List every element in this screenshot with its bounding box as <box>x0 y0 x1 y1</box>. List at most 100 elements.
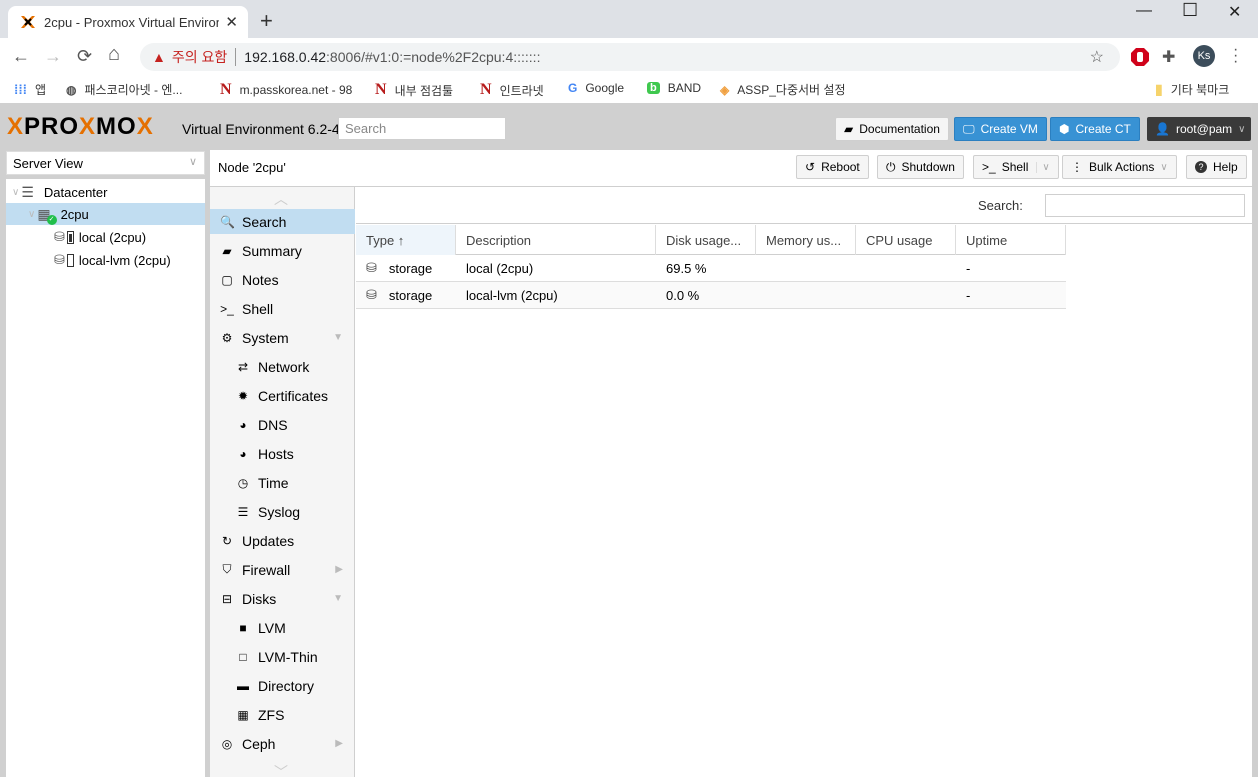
profile-avatar[interactable]: Ks <box>1193 45 1215 67</box>
reboot-button[interactable]: ↺ Reboot <box>796 155 869 179</box>
nav-item-label: LVM <box>258 619 286 636</box>
column-header-memory-usage[interactable]: Memory us... <box>756 225 856 255</box>
cell-cpu-usage <box>856 255 956 281</box>
expand-arrow-icon[interactable]: ▶ <box>335 564 343 575</box>
bookmark-item[interactable]: N m.passkorea.net - 98 <box>220 81 352 99</box>
expand-toggle-icon[interactable]: ∨ <box>28 209 35 220</box>
bookmarks-bar: ⁞⁞⁞ 앱 ◍ 패스코리아넷 - 엔... N m.passkorea.net … <box>0 76 1258 102</box>
tree-item-node-2cpu[interactable]: ∨ ▦ ✓ 2cpu <box>6 203 205 225</box>
nav-item-dns[interactable]: ◕ DNS <box>210 412 355 437</box>
close-window-button[interactable]: ✕ <box>1228 2 1241 22</box>
bulk-actions-button[interactable]: ⋮ Bulk Actions ∨ <box>1062 155 1177 179</box>
column-header-uptime[interactable]: Uptime <box>956 225 1066 255</box>
page-scrollbar[interactable] <box>1252 103 1258 777</box>
user-menu-button[interactable]: 👤 root@pam ∨ <box>1147 117 1251 141</box>
create-vm-button[interactable]: 🖵 Create VM <box>954 117 1047 141</box>
nav-item-label: Certificates <box>258 387 329 404</box>
column-header-description[interactable]: Description <box>456 225 656 255</box>
table-row[interactable]: ⛁ storage local-lvm (2cpu) 0.0 % - <box>356 282 1066 309</box>
bookmark-item[interactable]: G Google <box>568 81 624 95</box>
cell-description: local (2cpu) <box>466 260 534 276</box>
documentation-label: Documentation <box>859 122 940 136</box>
minimize-button[interactable]: — <box>1136 2 1152 20</box>
nav-item-label: Summary <box>242 242 302 259</box>
nav-item-shell[interactable]: >_ Shell <box>210 296 355 321</box>
shell-button[interactable]: >_ Shell ∨ <box>973 155 1059 179</box>
nav-item-directory[interactable]: ▬ Directory <box>210 673 355 698</box>
forward-button[interactable]: → <box>44 46 62 67</box>
usage-indicator-icon <box>66 230 74 244</box>
nav-item-system[interactable]: ⚙ System ▼ <box>210 325 355 350</box>
address-bar[interactable]: ▲ 주의 요함 192.168.0.42:8006/#v1:0:=node%2F… <box>140 43 1120 71</box>
collapse-arrow-icon[interactable]: ▼ <box>333 593 343 604</box>
bookmark-item[interactable]: N 인트라넷 <box>480 81 544 99</box>
tree-item-datacenter[interactable]: ∨ ☰ Datacenter <box>6 181 205 203</box>
nav-item-firewall[interactable]: ⛉ Firewall ▶ <box>210 557 355 582</box>
nav-item-hosts[interactable]: ◕ Hosts <box>210 441 355 466</box>
create-ct-button[interactable]: ⬢ Create CT <box>1050 117 1140 141</box>
nav-network-icon: ⇄ <box>237 359 249 374</box>
help-button[interactable]: ? Help <box>1186 155 1247 179</box>
nav-item-updates[interactable]: ↻ Updates <box>210 528 355 553</box>
nav-item-summary[interactable]: ▰ Summary <box>210 238 355 263</box>
bookmark-item[interactable]: N 내부 점검툴 <box>375 81 453 99</box>
nav-item-disks[interactable]: ⊟ Disks ▼ <box>210 586 355 611</box>
back-button[interactable]: ← <box>12 46 30 67</box>
tree-label: local (2cpu) <box>78 229 147 245</box>
shutdown-button[interactable]: ⏻ Shutdown <box>877 155 964 179</box>
view-selector[interactable]: Server View ∨ <box>6 151 205 175</box>
bookmark-label: 패스코리아넷 - 엔... <box>84 83 183 97</box>
nav-item-search[interactable]: 🔍 Search <box>210 209 355 234</box>
n-logo-icon: N <box>480 81 492 98</box>
other-bookmarks[interactable]: ▮ 기타 북마크 <box>1155 81 1229 98</box>
scroll-up-icon[interactable]: ︿ <box>274 189 288 209</box>
bookmark-star-icon[interactable]: ☆ <box>1090 47 1104 67</box>
reload-button[interactable]: ⟳ <box>77 46 92 67</box>
proxmox-app: X PRO X MO X Virtual Environment 6.2-4 Searc… <box>0 103 1258 780</box>
grid-search-input[interactable] <box>1045 194 1245 217</box>
tree-item-storage-local-lvm[interactable]: ⛁ local-lvm (2cpu) <box>6 249 205 271</box>
home-button[interactable]: ⌂ <box>108 43 120 66</box>
nav-item-notes[interactable]: ▢ Notes <box>210 267 355 292</box>
nav-item-certificates[interactable]: ✹ Certificates <box>210 383 355 408</box>
nav-item-syslog[interactable]: ☰ Syslog <box>210 499 355 524</box>
new-tab-button[interactable]: + <box>260 8 273 34</box>
nav-item-label: ZFS <box>258 706 285 723</box>
maximize-button[interactable]: ☐ <box>1182 0 1198 21</box>
column-header-disk-usage[interactable]: Disk usage... <box>656 225 756 255</box>
browser-tab[interactable]: 2cpu - Proxmox Virtual Environment ✕ <box>8 6 248 38</box>
adblock-extension-icon[interactable] <box>1130 47 1150 67</box>
documentation-button[interactable]: ▰ Documentation <box>835 117 949 141</box>
tab-close-icon[interactable]: ✕ <box>225 13 238 31</box>
nav-item-lvm[interactable]: ■ LVM <box>210 615 355 640</box>
tab-title: 2cpu - Proxmox Virtual Environment <box>44 14 219 30</box>
tree-item-storage-local[interactable]: ⛁ local (2cpu) <box>6 226 205 248</box>
nav-item-zfs[interactable]: ▦ ZFS <box>210 702 355 727</box>
nav-item-network[interactable]: ⇄ Network <box>210 354 355 379</box>
bookmark-item[interactable]: ◍ 패스코리아넷 - 엔... <box>66 81 182 98</box>
nav-item-ceph[interactable]: ◎ Ceph ▶ <box>210 731 355 756</box>
expand-arrow-icon[interactable]: ▶ <box>335 738 343 749</box>
bookmark-item[interactable]: b BAND <box>647 81 701 95</box>
reboot-icon: ↺ <box>805 160 816 174</box>
collapse-arrow-icon[interactable]: ▼ <box>333 332 343 343</box>
extensions-puzzle-icon[interactable]: ✚ <box>1162 47 1182 67</box>
n-logo-icon: N <box>220 81 232 98</box>
table-row[interactable]: ⛁ storage local (2cpu) 69.5 % - <box>356 255 1066 282</box>
expand-toggle-icon[interactable]: ∨ <box>12 187 19 198</box>
column-header-type[interactable]: Type ↑ <box>356 225 456 255</box>
bookmark-item[interactable]: ◈ ASSP_다중서버 설정 <box>720 81 846 98</box>
nav-updates-icon: ↻ <box>221 533 233 548</box>
nav-item-lvm-thin[interactable]: □ LVM-Thin <box>210 644 355 669</box>
bookmark-apps[interactable]: ⁞⁞⁞ 앱 <box>14 81 46 98</box>
nav-item-time[interactable]: ◷ Time <box>210 470 355 495</box>
nav-item-label: DNS <box>258 416 288 433</box>
column-header-cpu-usage[interactable]: CPU usage <box>856 225 956 255</box>
scroll-down-icon[interactable]: ﹀ <box>274 762 288 782</box>
browser-menu-icon[interactable]: · · · <box>1233 42 1238 70</box>
help-label: Help <box>1213 160 1238 174</box>
chevron-down-icon: ∨ <box>1160 161 1168 173</box>
security-warning[interactable]: ▲ 주의 요함 <box>152 47 227 67</box>
chevron-down-icon[interactable]: ∨ <box>1036 161 1050 173</box>
global-search-input[interactable]: Search <box>338 117 506 140</box>
